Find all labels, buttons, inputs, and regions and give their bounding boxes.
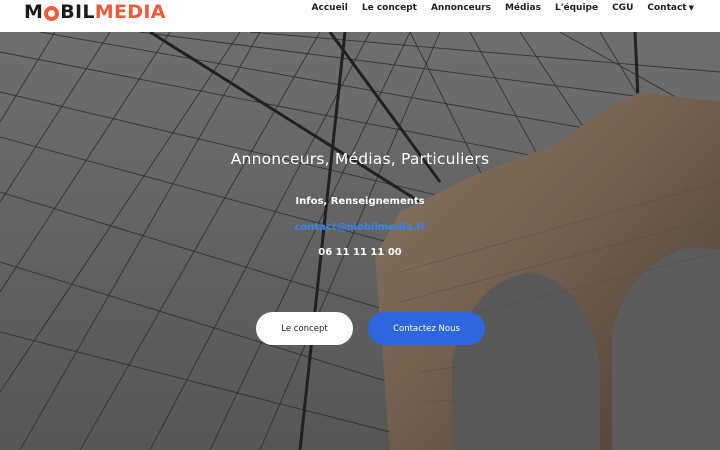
le-concept-button[interactable]: Le concept	[256, 312, 353, 345]
site-logo[interactable]: M BIL MEDIA	[24, 1, 166, 23]
logo-text-media: MEDIA	[94, 1, 166, 23]
logo-o-icon	[44, 5, 60, 21]
hero-phone: 06 11 11 11 00	[318, 247, 402, 258]
logo-text-bil: BIL	[60, 1, 95, 23]
nav-item-accueil[interactable]: Accueil	[312, 3, 348, 13]
hero-overlay	[0, 32, 720, 450]
hero-info-text: Infos, Renseignements	[295, 196, 425, 207]
nav-item-medias[interactable]: Médias	[505, 3, 541, 13]
hero-title: Annonceurs, Médias, Particuliers	[230, 150, 490, 168]
nav-item-contact-label: Contact	[647, 3, 687, 13]
hero-email-link[interactable]: contact@mobilmedia.fr	[0, 222, 720, 233]
nav-item-le-concept[interactable]: Le concept	[362, 3, 417, 13]
main-nav: Accueil Le concept Annonceurs Médias L'é…	[298, 3, 694, 13]
nav-item-annonceurs[interactable]: Annonceurs	[431, 3, 491, 13]
nav-item-contact[interactable]: Contact ▼	[647, 3, 694, 13]
nav-item-cgu[interactable]: CGU	[612, 3, 633, 13]
logo-text-m: M	[24, 1, 44, 23]
chevron-down-icon: ▼	[688, 4, 694, 12]
nav-item-equipe[interactable]: L'équipe	[555, 3, 598, 13]
hero-section: Annonceurs, Médias, Particuliers Infos, …	[0, 32, 720, 450]
site-header: M BIL MEDIA Accueil Le concept Annonceurs …	[0, 0, 720, 32]
contactez-nous-button[interactable]: Contactez Nous	[368, 312, 485, 345]
